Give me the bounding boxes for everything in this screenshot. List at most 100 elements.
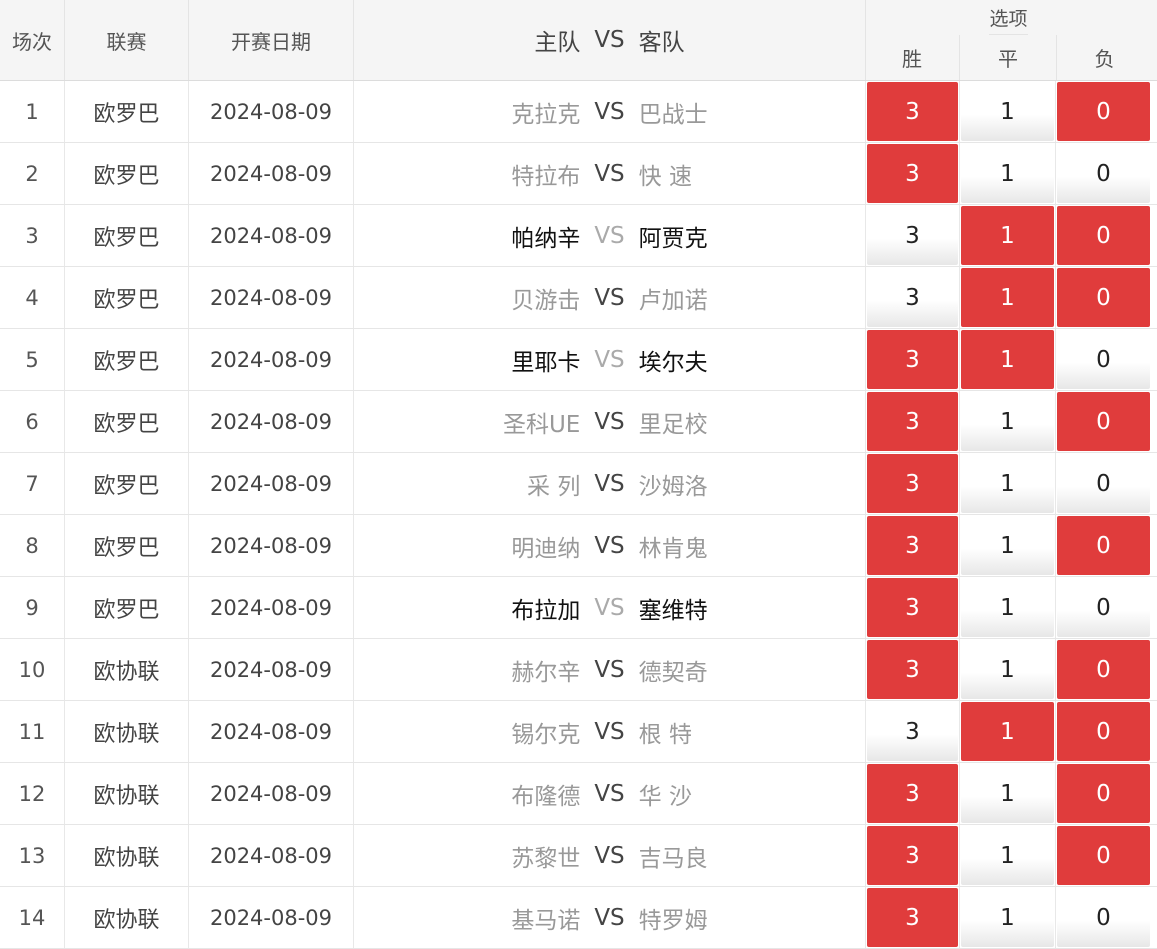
lose-option-button[interactable]: 0 [1057, 702, 1150, 761]
away-team: 沙姆洛 [638, 473, 708, 500]
draw-option-button[interactable]: 1 [961, 206, 1054, 265]
match-number: 8 [0, 515, 65, 576]
win-option-button[interactable]: 3 [867, 826, 958, 885]
draw-option-button[interactable]: 1 [961, 330, 1054, 389]
vs-label: VS [594, 284, 625, 311]
lose-option-button[interactable]: 0 [1057, 268, 1150, 327]
draw-option-button[interactable]: 1 [961, 888, 1054, 947]
table-row: 6 欧罗巴 2024-08-09 圣科UE VS 里足校 3 1 0 [0, 391, 1157, 453]
match-teams: 贝游击 VS 卢加诺 [354, 267, 866, 328]
win-option-button[interactable]: 3 [867, 516, 958, 575]
vs-label: VS [594, 98, 625, 125]
lose-option-button[interactable]: 0 [1057, 764, 1150, 823]
win-option-button[interactable]: 3 [867, 206, 958, 265]
lose-option-button[interactable]: 0 [1057, 454, 1150, 513]
header-draw: 平 [960, 35, 1057, 80]
lose-option-button[interactable]: 0 [1057, 82, 1150, 141]
match-number: 6 [0, 391, 65, 452]
home-team: 基马诺 [511, 907, 581, 934]
table-row: 1 欧罗巴 2024-08-09 克拉克 VS 巴战士 3 1 0 [0, 81, 1157, 143]
win-cell: 3 [866, 453, 960, 514]
draw-option-button[interactable]: 1 [961, 516, 1054, 575]
lose-option-button[interactable]: 0 [1057, 206, 1150, 265]
match-teams: 特拉布 VS 快 速 [354, 143, 866, 204]
table-row: 7 欧罗巴 2024-08-09 采 列 VS 沙姆洛 3 1 0 [0, 453, 1157, 515]
match-table: 场次 联赛 开赛日期 主队 VS 客队 选项 胜 平 负 1 欧罗巴 2024-… [0, 0, 1157, 949]
draw-option-button[interactable]: 1 [961, 826, 1054, 885]
lose-option-button[interactable]: 0 [1057, 516, 1150, 575]
match-teams: 布隆德 VS 华 沙 [354, 763, 866, 824]
draw-option-button[interactable]: 1 [961, 764, 1054, 823]
match-date: 2024-08-09 [189, 205, 354, 266]
home-team: 采 列 [527, 473, 581, 500]
draw-option-button[interactable]: 1 [961, 454, 1054, 513]
home-team: 布隆德 [511, 783, 581, 810]
lose-option-button[interactable]: 0 [1057, 144, 1150, 203]
win-option-button[interactable]: 3 [867, 268, 958, 327]
win-cell: 3 [866, 887, 960, 948]
lose-option-button[interactable]: 0 [1057, 888, 1150, 947]
league-name: 欧罗巴 [65, 143, 189, 204]
vs-label: VS [594, 718, 625, 745]
home-team: 锡尔克 [511, 721, 581, 748]
draw-option-button[interactable]: 1 [961, 578, 1054, 637]
vs-label: VS [594, 408, 625, 435]
win-option-button[interactable]: 3 [867, 640, 958, 699]
match-date: 2024-08-09 [189, 825, 354, 886]
vs-label: VS [594, 346, 625, 373]
draw-option-button[interactable]: 1 [961, 702, 1054, 761]
match-date: 2024-08-09 [189, 81, 354, 142]
win-option-button[interactable]: 3 [867, 454, 958, 513]
lose-option-button[interactable]: 0 [1057, 330, 1150, 389]
draw-option-button[interactable]: 1 [961, 144, 1054, 203]
draw-cell: 1 [960, 577, 1056, 638]
match-number: 14 [0, 887, 65, 948]
draw-cell: 1 [960, 267, 1056, 328]
win-option-button[interactable]: 3 [867, 82, 958, 141]
lose-option-button[interactable]: 0 [1057, 392, 1150, 451]
home-team: 克拉克 [511, 101, 581, 128]
win-cell: 3 [866, 763, 960, 824]
header-win: 胜 [865, 35, 960, 80]
league-name: 欧协联 [65, 639, 189, 700]
win-option-button[interactable]: 3 [867, 764, 958, 823]
header-lose: 负 [1094, 47, 1115, 71]
draw-option-button[interactable]: 1 [961, 640, 1054, 699]
match-number: 7 [0, 453, 65, 514]
win-cell: 3 [866, 515, 960, 576]
win-cell: 3 [866, 205, 960, 266]
win-option-button[interactable]: 3 [867, 144, 958, 203]
draw-option-button[interactable]: 1 [961, 82, 1054, 141]
header-options-title: 选项 [989, 0, 1028, 35]
match-number: 9 [0, 577, 65, 638]
draw-option-button[interactable]: 1 [961, 268, 1054, 327]
lose-option-button[interactable]: 0 [1057, 826, 1150, 885]
draw-cell: 1 [960, 763, 1056, 824]
header-options-columns: 胜 平 负 [865, 35, 1152, 80]
draw-option-button[interactable]: 1 [961, 392, 1054, 451]
win-option-button[interactable]: 3 [867, 578, 958, 637]
header-away: 客队 [638, 30, 685, 56]
home-team: 布拉加 [511, 597, 581, 624]
match-teams: 采 列 VS 沙姆洛 [354, 453, 866, 514]
home-team: 帕纳辛 [511, 225, 581, 252]
table-body: 1 欧罗巴 2024-08-09 克拉克 VS 巴战士 3 1 0 2 欧罗巴 … [0, 81, 1157, 949]
lose-option-button[interactable]: 0 [1057, 578, 1150, 637]
draw-cell: 1 [960, 887, 1056, 948]
match-number: 11 [0, 701, 65, 762]
away-team: 林肯鬼 [638, 535, 708, 562]
match-date: 2024-08-09 [189, 887, 354, 948]
home-team: 特拉布 [511, 163, 581, 190]
draw-cell: 1 [960, 515, 1056, 576]
win-option-button[interactable]: 3 [867, 888, 958, 947]
match-number: 4 [0, 267, 65, 328]
lose-option-button[interactable]: 0 [1057, 640, 1150, 699]
match-number: 10 [0, 639, 65, 700]
match-teams: 布拉加 VS 塞维特 [354, 577, 866, 638]
match-date: 2024-08-09 [189, 763, 354, 824]
header-date: 开赛日期 [189, 0, 354, 80]
league-name: 欧协联 [65, 701, 189, 762]
win-option-button[interactable]: 3 [867, 702, 958, 761]
win-option-button[interactable]: 3 [867, 392, 958, 451]
win-option-button[interactable]: 3 [867, 330, 958, 389]
